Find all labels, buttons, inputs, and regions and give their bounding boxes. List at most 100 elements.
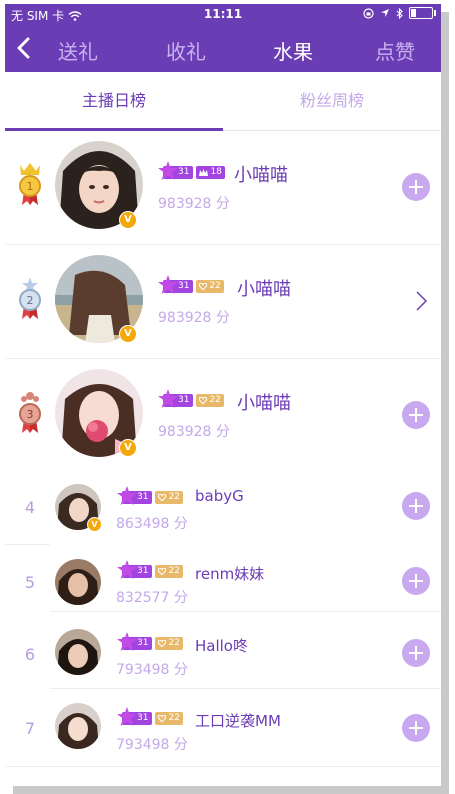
tab-fans-weekly-label: 粉丝周榜 [299, 91, 364, 110]
heart-icon [199, 397, 208, 404]
user-name[interactable]: Hallo咚 [195, 635, 248, 656]
divider [50, 611, 441, 612]
silver-medal-icon: 2 [19, 277, 41, 319]
back-arrow-icon[interactable] [13, 36, 37, 60]
user-name[interactable]: 工口逆袭MM [195, 710, 281, 731]
heart-value: 22 [168, 492, 180, 502]
level-badge: 31 [117, 560, 153, 579]
star-icon [117, 632, 137, 651]
user-score: 983928 分 [158, 424, 230, 440]
svg-text:1: 1 [27, 180, 34, 193]
user-score: 983928 分 [158, 310, 230, 326]
follow-plus-button[interactable] [402, 492, 430, 520]
user-score: 832577 分 [116, 590, 188, 606]
chevron-right-icon[interactable] [413, 290, 429, 312]
divider [5, 766, 441, 767]
star-icon [117, 707, 137, 726]
vip-badge: V [119, 439, 137, 457]
heart-badge: 22 [155, 491, 183, 504]
level-value: 31 [137, 566, 149, 576]
tab-fans-weekly[interactable]: 粉丝周榜 [223, 72, 441, 130]
user-badges: 31 22 [158, 275, 224, 294]
follow-plus-button[interactable] [402, 401, 430, 429]
phone-screen: 无 SIM 卡 11:11 送礼 收礼 水果 点赞 主播日榜 粉丝周榜 1 V … [5, 4, 441, 786]
user-score: 983928 分 [158, 196, 230, 212]
heart-badge: 22 [155, 712, 183, 725]
tab-likes[interactable]: 点赞 [360, 36, 430, 65]
user-name[interactable]: 小喵喵 [234, 161, 288, 187]
rank-number: 6 [24, 645, 36, 664]
user-name[interactable]: 小喵喵 [237, 389, 291, 415]
user-badges: 31 18 [158, 161, 225, 180]
heart-icon [158, 715, 167, 722]
ranking-row-6[interactable]: 6 31 22 Hallo咚 793498 分 [5, 613, 441, 688]
user-badges: 31 22 [158, 389, 224, 408]
avatar[interactable] [55, 703, 101, 749]
level-badge: 31 [158, 389, 194, 408]
follow-plus-button[interactable] [402, 639, 430, 667]
level-badge: 31 [158, 275, 194, 294]
tab-anchor-daily-label: 主播日榜 [81, 91, 146, 110]
follow-plus-button[interactable] [402, 173, 430, 201]
ranking-subtabs: 主播日榜 粉丝周榜 [5, 72, 441, 131]
level-badge: 31 [117, 486, 153, 505]
heart-value: 22 [168, 713, 180, 723]
rank-number: 5 [24, 573, 36, 592]
bronze-medal-icon: 3 [19, 392, 41, 433]
user-badges: 31 22 [117, 632, 183, 651]
vip-badge: V [119, 325, 137, 343]
level-value: 31 [178, 167, 190, 177]
bluetooth-icon [396, 7, 403, 19]
user-name[interactable]: babyG [195, 487, 244, 505]
status-bar: 无 SIM 卡 11:11 [5, 4, 441, 24]
user-name[interactable]: 小喵喵 [237, 275, 291, 301]
level-badge: 31 [158, 161, 194, 180]
heart-badge: 22 [196, 280, 224, 293]
vip-badge: V [119, 211, 137, 229]
star-icon [158, 275, 178, 294]
heart-value: 22 [168, 566, 180, 576]
level-value: 31 [137, 638, 149, 648]
ranking-row-3[interactable]: 3 V 31 22 小喵喵 983928 分 [5, 359, 441, 473]
svg-text:3: 3 [27, 408, 34, 421]
gold-medal-icon: 1 [19, 163, 41, 205]
follow-plus-button[interactable] [402, 567, 430, 595]
crown-icon [199, 168, 209, 176]
heart-value: 22 [209, 395, 221, 405]
top-nav-bar: 送礼 收礼 水果 点赞 [5, 24, 441, 72]
tab-anchor-daily[interactable]: 主播日榜 [5, 72, 223, 131]
rotation-lock-icon [363, 7, 374, 19]
ranking-row-7[interactable]: 7 31 22 工口逆袭MM 793498 分 [5, 690, 441, 765]
avatar[interactable] [55, 559, 101, 605]
level-value: 31 [137, 713, 149, 723]
level-value: 31 [178, 395, 190, 405]
svg-text:2: 2 [27, 294, 34, 307]
tab-fruit[interactable]: 水果 [258, 36, 328, 65]
heart-icon [199, 283, 208, 290]
crown-badge: 18 [196, 166, 225, 179]
rank-number: 7 [24, 719, 36, 738]
star-icon [158, 161, 178, 180]
follow-plus-button[interactable] [402, 714, 430, 742]
star-icon [117, 486, 137, 505]
ranking-row-2[interactable]: 2 V 31 22 小喵喵 983928 分 [5, 245, 441, 359]
user-badges: 31 22 [117, 486, 183, 505]
divider [50, 688, 441, 689]
ranking-row-1[interactable]: 1 V 31 18 小喵喵 983928 分 [5, 131, 441, 245]
level-badge: 31 [117, 707, 153, 726]
user-score: 863498 分 [116, 516, 188, 532]
star-icon [158, 389, 178, 408]
location-arrow-icon [381, 9, 389, 17]
avatar[interactable] [55, 629, 101, 675]
battery-icon [409, 7, 436, 19]
level-badge: 31 [117, 632, 153, 651]
ranking-row-5[interactable]: 5 31 22 renm妹妹 832577 分 [5, 545, 441, 620]
user-badges: 31 22 [117, 560, 183, 579]
heart-value: 22 [168, 638, 180, 648]
user-name[interactable]: renm妹妹 [195, 563, 264, 584]
level-value: 31 [137, 492, 149, 502]
ranking-row-4[interactable]: 4 V 31 22 babyG 863498 分 [5, 469, 441, 544]
tab-gift-sent[interactable]: 送礼 [43, 36, 113, 65]
heart-badge: 22 [155, 637, 183, 650]
tab-gift-received[interactable]: 收礼 [151, 36, 221, 65]
